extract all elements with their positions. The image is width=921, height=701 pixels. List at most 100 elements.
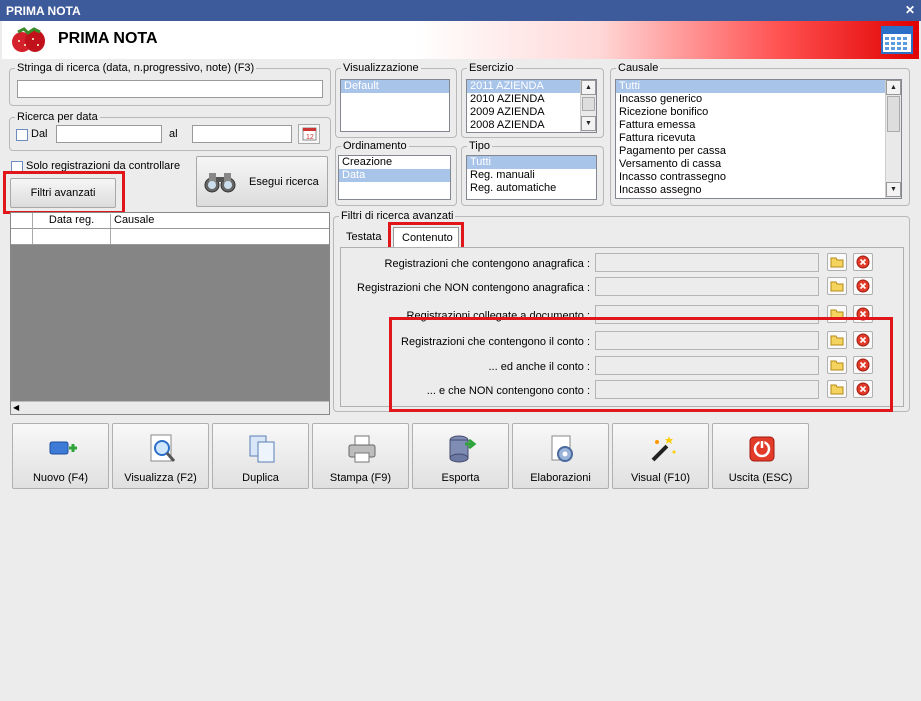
- search-input[interactable]: [17, 80, 323, 98]
- scroll-thumb[interactable]: [887, 96, 900, 132]
- tipo-list[interactable]: Tutti Reg. manuali Reg. automatiche: [466, 155, 597, 200]
- scroll-down-icon[interactable]: ▼: [581, 116, 596, 131]
- export-button[interactable]: Esporta: [412, 423, 509, 489]
- date-to-label: al: [169, 128, 178, 140]
- list-item[interactable]: Fattura ricevuta: [616, 132, 901, 145]
- list-item[interactable]: Ricezione bonifico: [616, 106, 901, 119]
- grid-row[interactable]: [11, 229, 329, 245]
- list-item[interactable]: Pagamento per cassa: [616, 145, 901, 158]
- ordinamento-label: Ordinamento: [341, 140, 409, 152]
- list-item[interactable]: Default: [341, 80, 449, 93]
- export-label: Esporta: [441, 472, 480, 484]
- window-title: PRIMA NOTA: [6, 4, 81, 18]
- view-icon: [150, 434, 176, 462]
- export-icon: [449, 435, 477, 463]
- grid-horizontal-scrollbar[interactable]: ◀: [11, 401, 329, 414]
- magic-wand-icon: [651, 436, 676, 462]
- execute-search-label: Esegui ricerca: [249, 175, 319, 188]
- strawberry-icon: [12, 27, 45, 52]
- advanced-filters-group-label: Filtri di ricerca avanzati: [339, 210, 456, 222]
- tipo-label: Tipo: [467, 140, 492, 152]
- new-button[interactable]: Nuovo (F4): [12, 423, 109, 489]
- records-grid[interactable]: Data reg. Causale ◀: [10, 212, 330, 415]
- visualizzazione-label: Visualizzazione: [341, 62, 421, 74]
- filter-anagrafica-input[interactable]: [595, 253, 819, 272]
- esercizio-label: Esercizio: [467, 62, 516, 74]
- new-label: Nuovo (F4): [32, 472, 89, 484]
- view-label: Visualizza (F2): [124, 472, 197, 484]
- filter-label: Registrazioni che NON contengono anagraf…: [357, 282, 590, 294]
- visual-button[interactable]: Visual (F10): [612, 423, 709, 489]
- new-icon: [49, 441, 77, 455]
- list-item[interactable]: 2008 AZIENDA: [467, 119, 596, 132]
- list-item[interactable]: 2009 AZIENDA: [467, 106, 596, 119]
- scroll-thumb[interactable]: [582, 97, 595, 111]
- calendar-picker-button[interactable]: 12: [298, 124, 320, 144]
- print-label: Stampa (F9): [329, 472, 392, 484]
- date-from-checkbox[interactable]: [16, 129, 28, 141]
- list-item[interactable]: Reg. manuali: [467, 169, 596, 182]
- highlight-conto-filters: [389, 317, 893, 412]
- duplicate-button[interactable]: Duplica: [212, 423, 309, 489]
- header-title: PRIMA NOTA: [58, 30, 158, 47]
- header-banner: PRIMA NOTA: [2, 21, 919, 59]
- causale-list[interactable]: Tutti Incasso generico Ricezione bonific…: [615, 79, 902, 199]
- list-item[interactable]: 2010 AZIENDA: [467, 93, 596, 106]
- search-group-label: Stringa di ricerca (data, n.progressivo,…: [15, 62, 257, 74]
- process-icon: [551, 435, 573, 462]
- exit-label: Uscita (ESC): [728, 472, 793, 484]
- print-button[interactable]: Stampa (F9): [312, 423, 409, 489]
- list-item[interactable]: Incasso assegno: [616, 184, 901, 197]
- view-button[interactable]: Visualizza (F2): [112, 423, 209, 489]
- duplicate-label: Duplica: [242, 472, 279, 484]
- highlight-contenuto-tab: [388, 222, 464, 250]
- exit-icon: [749, 436, 775, 462]
- list-item[interactable]: Data: [339, 169, 450, 182]
- list-item[interactable]: 2011 AZIENDA: [467, 80, 596, 93]
- causale-scrollbar[interactable]: ▲ ▼: [885, 80, 901, 198]
- exit-button[interactable]: Uscita (ESC): [712, 423, 809, 489]
- duplicate-icon: [249, 435, 275, 463]
- list-item[interactable]: Reg. automatiche: [467, 182, 596, 195]
- list-item[interactable]: Fattura emessa: [616, 119, 901, 132]
- printer-icon: [348, 435, 376, 463]
- list-item[interactable]: Versamento di cassa: [616, 158, 901, 171]
- binoculars-icon: [204, 172, 236, 192]
- grid-header: Data reg. Causale: [11, 213, 329, 229]
- list-item[interactable]: Creazione: [339, 156, 450, 169]
- causale-label: Causale: [616, 62, 661, 74]
- svg-text:12: 12: [306, 134, 314, 141]
- calendar-icon: 12: [302, 127, 317, 141]
- scroll-up-icon[interactable]: ▲: [886, 80, 901, 95]
- ordinamento-list[interactable]: Creazione Data: [338, 155, 451, 200]
- process-button[interactable]: Elaborazioni: [512, 423, 609, 489]
- esercizio-list[interactable]: 2011 AZIENDA 2010 AZIENDA 2009 AZIENDA 2…: [466, 79, 597, 133]
- execute-search-button[interactable]: Esegui ricerca: [196, 156, 328, 207]
- scroll-up-icon[interactable]: ▲: [581, 80, 596, 95]
- window-title-bar: PRIMA NOTA: [0, 0, 921, 21]
- folder-icon[interactable]: [827, 277, 847, 295]
- grid-column-header[interactable]: Causale: [114, 214, 154, 226]
- date-from-label: Dal: [31, 128, 48, 140]
- tab-testata[interactable]: Testata: [346, 231, 381, 243]
- clear-icon[interactable]: [853, 253, 873, 271]
- process-label: Elaborazioni: [530, 472, 591, 484]
- list-item[interactable]: Tutti: [616, 80, 901, 93]
- highlight-advanced-filters: [3, 171, 125, 214]
- calendar-grid-icon[interactable]: [881, 26, 913, 54]
- esercizio-scrollbar[interactable]: ▲ ▼: [580, 80, 596, 132]
- filter-non-anagrafica-input[interactable]: [595, 277, 819, 296]
- scroll-left-icon[interactable]: ◀: [13, 403, 19, 412]
- scroll-down-icon[interactable]: ▼: [886, 182, 901, 197]
- date-from-input[interactable]: [56, 125, 162, 143]
- visual-label: Visual (F10): [630, 472, 691, 484]
- close-icon[interactable]: ✕: [905, 3, 915, 17]
- list-item[interactable]: Incasso contrassegno: [616, 171, 901, 184]
- list-item[interactable]: Incasso generico: [616, 93, 901, 106]
- visualizzazione-list[interactable]: Default: [340, 79, 450, 132]
- clear-icon[interactable]: [853, 277, 873, 295]
- list-item[interactable]: Tutti: [467, 156, 596, 169]
- grid-column-header[interactable]: Data reg.: [33, 214, 111, 228]
- date-to-input[interactable]: [192, 125, 292, 143]
- folder-icon[interactable]: [827, 253, 847, 271]
